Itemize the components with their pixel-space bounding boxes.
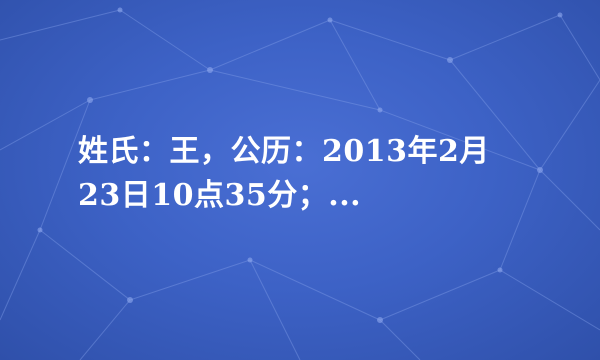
question-card: 姓氏：王，公历：2013年2月 23日10点35分；...	[0, 0, 600, 360]
question-title-line-1: 姓氏：王，公历：2013年2月	[78, 134, 490, 169]
question-title: 姓氏：王，公历：2013年2月 23日10点35分；...	[78, 130, 528, 218]
question-title-line-2: 23日10点35分；...	[78, 178, 362, 213]
